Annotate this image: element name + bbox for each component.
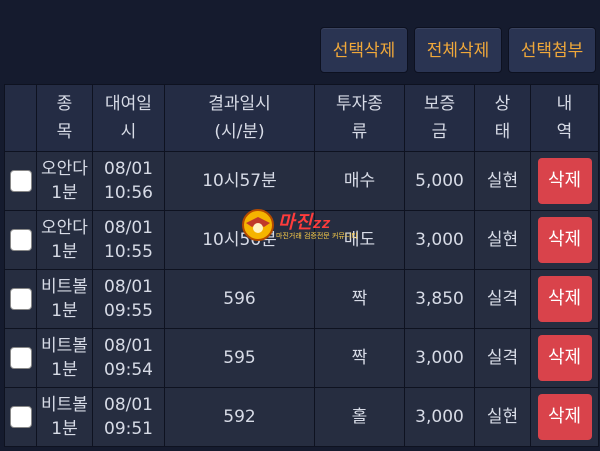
all-delete-button[interactable]: 전체삭제 (414, 27, 502, 73)
action-cell: 삭제 (530, 151, 599, 211)
type-cell: 비트볼 1분 (36, 387, 93, 447)
row-checkbox[interactable] (9, 170, 32, 192)
type-cell: 오안다 1분 (36, 210, 93, 270)
deposit-cell: 3,850 (404, 269, 475, 329)
table-row: 비트볼 1분 08/01 09:54 595 짝 3,000 실격 삭제 (4, 328, 599, 388)
row-checkbox[interactable] (9, 288, 32, 310)
deposit-cell: 3,000 (404, 328, 475, 388)
result-cell: 10시57분 (164, 151, 315, 211)
invest-cell: 짝 (314, 328, 405, 388)
result-cell: 592 (164, 387, 315, 447)
row-checkbox[interactable] (9, 229, 32, 251)
toolbar: 선택삭제 전체삭제 선택첨부 (0, 0, 600, 84)
table-row: 비트볼 1분 08/01 09:55 596 짝 3,850 실격 삭제 (4, 269, 599, 329)
delete-button[interactable]: 삭제 (537, 158, 592, 204)
type-cell: 오안다 1분 (36, 151, 93, 211)
result-cell: 10시56분 (164, 210, 315, 270)
row-checkbox-cell (4, 269, 37, 329)
delete-button[interactable]: 삭제 (537, 394, 592, 440)
status-cell: 실현 (474, 387, 531, 447)
table-row: 비트볼 1분 08/01 09:51 592 홀 3,000 실현 삭제 (4, 387, 599, 447)
type-cell: 비트볼 1분 (36, 328, 93, 388)
row-checkbox-cell (4, 151, 37, 211)
action-cell: 삭제 (530, 210, 599, 270)
header-checkbox (4, 84, 37, 152)
header-result-time: 결과일시 (시/분) (164, 84, 315, 152)
header-type: 종목 (36, 84, 93, 152)
row-checkbox[interactable] (9, 406, 32, 428)
row-checkbox-cell (4, 210, 37, 270)
deposit-cell: 5,000 (404, 151, 475, 211)
status-cell: 실격 (474, 328, 531, 388)
invest-cell: 매도 (314, 210, 405, 270)
action-cell: 삭제 (530, 328, 599, 388)
delete-button[interactable]: 삭제 (537, 276, 592, 322)
date-cell: 08/01 10:55 (92, 210, 165, 270)
invest-cell: 홀 (314, 387, 405, 447)
status-cell: 실현 (474, 210, 531, 270)
header-rent-date: 대여일 시 (92, 84, 165, 152)
action-cell: 삭제 (530, 269, 599, 329)
status-cell: 실현 (474, 151, 531, 211)
date-cell: 08/01 09:51 (92, 387, 165, 447)
delete-button[interactable]: 삭제 (537, 335, 592, 381)
delete-button[interactable]: 삭제 (537, 217, 592, 263)
table-row: 오안다 1분 08/01 10:55 10시56분 매도 3,000 실현 삭제 (4, 210, 599, 270)
result-cell: 596 (164, 269, 315, 329)
date-cell: 08/01 09:54 (92, 328, 165, 388)
action-cell: 삭제 (530, 387, 599, 447)
type-cell: 비트볼 1분 (36, 269, 93, 329)
status-cell: 실격 (474, 269, 531, 329)
row-checkbox[interactable] (9, 347, 32, 369)
history-table: 종목 대여일 시 결과일시 (시/분) 투자종 류 보증 금 상태 내역 오안다 1분 0… (4, 84, 599, 447)
date-cell: 08/01 09:55 (92, 269, 165, 329)
deposit-cell: 3,000 (404, 387, 475, 447)
header-deposit: 보증 금 (404, 84, 475, 152)
header-invest-type: 투자종 류 (314, 84, 405, 152)
header-detail: 내역 (530, 84, 599, 152)
row-checkbox-cell (4, 328, 37, 388)
result-cell: 595 (164, 328, 315, 388)
table-row: 오안다 1분 08/01 10:56 10시57분 매수 5,000 실현 삭제 (4, 151, 599, 211)
date-cell: 08/01 10:56 (92, 151, 165, 211)
select-attach-button[interactable]: 선택첨부 (508, 27, 596, 73)
invest-cell: 매수 (314, 151, 405, 211)
header-status: 상태 (474, 84, 531, 152)
deposit-cell: 3,000 (404, 210, 475, 270)
table-header-row: 종목 대여일 시 결과일시 (시/분) 투자종 류 보증 금 상태 내역 (4, 84, 599, 152)
select-delete-button[interactable]: 선택삭제 (320, 27, 408, 73)
row-checkbox-cell (4, 387, 37, 447)
invest-cell: 짝 (314, 269, 405, 329)
